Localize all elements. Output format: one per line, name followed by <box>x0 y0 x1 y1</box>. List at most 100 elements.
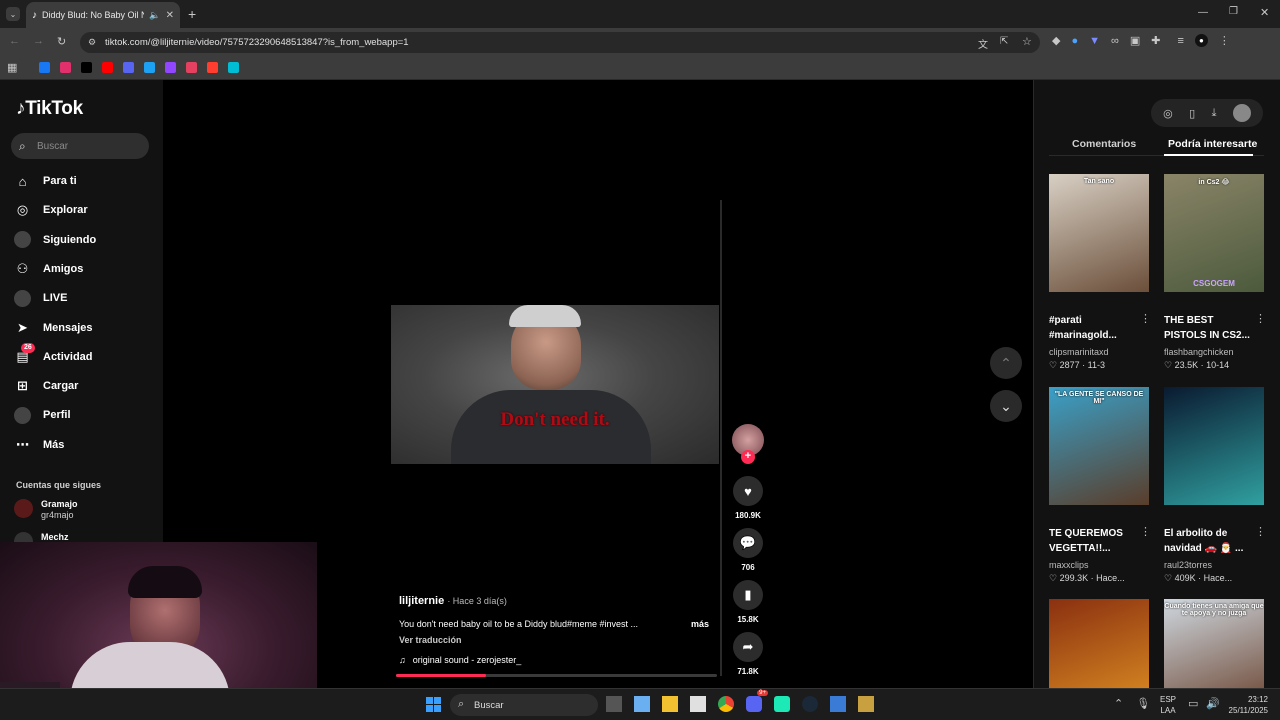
suggested-video-title[interactable]: THE BEST PISTOLS IN CS2... <box>1164 313 1258 343</box>
bookmark-favicon-icon[interactable] <box>102 62 113 73</box>
reload-icon[interactable]: ↻ <box>57 35 66 48</box>
bookmark-favicon-icon[interactable] <box>207 62 218 73</box>
language-indicator[interactable]: ESP LAA <box>1160 694 1176 716</box>
new-tab-button[interactable]: + <box>188 6 196 22</box>
search-input[interactable]: ⌕ Buscar <box>11 133 149 159</box>
more-button[interactable]: más <box>691 619 709 629</box>
minimize-icon[interactable]: — <box>1198 7 1208 18</box>
sidebar-item-perfil[interactable]: ● Perfil <box>14 404 71 426</box>
site-info-icon[interactable]: ⚙ <box>88 37 96 48</box>
suggested-video-author[interactable]: flashbangchicken <box>1164 347 1234 357</box>
address-bar[interactable]: ⚙ tiktok.com/@liljiternie/video/75757232… <box>80 32 1040 53</box>
bookmark-favicon-icon[interactable] <box>186 62 197 73</box>
browser-tab[interactable]: ♪ Diddy Blud: No Baby Oil Ne 🔈 ✕ <box>26 2 180 28</box>
tab-search-icon[interactable]: ⌄ <box>6 7 20 21</box>
sound-line[interactable]: ♫ original sound - zerojester_ <box>399 655 521 665</box>
forward-icon[interactable]: → <box>33 35 44 47</box>
suggested-video-title[interactable]: #parati #marinagold... <box>1049 313 1143 343</box>
suggested-video-thumbnail[interactable] <box>1164 387 1264 505</box>
sidebar-item-amigos[interactable]: ⚇ Amigos <box>14 258 84 280</box>
taskbar-search[interactable]: ⌕ Buscar <box>450 694 598 716</box>
tiktok-logo[interactable]: ♪TikTok <box>16 98 83 120</box>
card-more-icon[interactable]: ⋮ <box>1255 525 1266 538</box>
reading-list-icon[interactable]: ≡ <box>1177 34 1183 47</box>
install-app-icon[interactable]: ⇱ <box>1000 36 1008 47</box>
tray-overflow-icon[interactable]: ⌃ <box>1114 697 1123 710</box>
card-more-icon[interactable]: ⋮ <box>1140 525 1151 538</box>
profile-avatar-icon[interactable]: ● <box>1194 34 1208 47</box>
back-icon[interactable]: ← <box>9 35 20 47</box>
video-player[interactable]: Don't need it. <box>391 305 719 464</box>
tab-suggestions[interactable]: Podría interesarte <box>1168 138 1257 150</box>
sidebar-item-actividad[interactable]: ▤ 26 Actividad <box>14 343 93 368</box>
share-button[interactable]: ➦ <box>733 632 763 662</box>
bookmark-favicon-icon[interactable] <box>123 62 134 73</box>
bookmark-favicon-icon[interactable] <box>144 62 155 73</box>
discord-icon[interactable]: 9+ <box>746 690 768 712</box>
suggested-video-title[interactable]: El arbolito de navidad 🚗 🎅 ... <box>1164 526 1258 556</box>
sidebar-item-para-ti[interactable]: ⌂ Para ti <box>14 170 77 192</box>
coins-icon[interactable]: ◎ <box>1163 107 1173 120</box>
apps-grid-icon[interactable]: ▦ <box>7 61 17 74</box>
chrome-icon[interactable] <box>718 696 734 712</box>
extension-box-icon[interactable]: ▣ <box>1130 34 1140 47</box>
close-icon[interactable]: ✕ <box>1260 6 1269 19</box>
sidebar-item-explorar[interactable]: ◎ Explorar <box>14 199 88 221</box>
store-icon[interactable] <box>634 696 650 712</box>
extension-diamond-icon[interactable]: ◆ <box>1052 34 1060 47</box>
sidebar-item-siguiendo[interactable]: ● Siguiendo <box>14 229 96 251</box>
bookmark-favicon-icon[interactable] <box>60 62 71 73</box>
suggested-video-author[interactable]: raul23torres <box>1164 560 1212 570</box>
suggested-video-thumbnail[interactable]: Tan sano <box>1049 174 1149 292</box>
extension-glasses-icon[interactable]: ∞ <box>1111 34 1119 47</box>
follow-plus-icon[interactable]: + <box>741 450 755 464</box>
sidebar-item-mensajes[interactable]: ➤ Mensajes <box>14 317 92 339</box>
suggested-video-title[interactable]: TE QUEREMOS VEGETTA!!... <box>1049 526 1143 556</box>
card-more-icon[interactable]: ⋮ <box>1255 312 1266 325</box>
tab-close-icon[interactable]: ✕ <box>166 10 174 21</box>
translate-icon[interactable]: 文 <box>978 36 988 51</box>
card-more-icon[interactable]: ⋮ <box>1140 312 1151 325</box>
clock[interactable]: 23:12 25/11/2025 <box>1226 694 1268 716</box>
device-icon[interactable]: ▯ <box>1189 107 1195 120</box>
sidebar-item-live[interactable]: ● LIVE <box>14 287 67 309</box>
extension-vpn-icon[interactable]: ▼ <box>1089 34 1100 47</box>
author-link[interactable]: liljiternie <box>399 595 444 607</box>
suggested-video-author[interactable]: clipsmarinitaxd <box>1049 347 1109 357</box>
start-button[interactable] <box>426 697 441 712</box>
like-button[interactable]: ♥ <box>733 476 763 506</box>
restore-icon[interactable]: ❐ <box>1229 6 1238 17</box>
steam-icon[interactable] <box>802 696 818 712</box>
extensions-puzzle-icon[interactable]: ✚ <box>1151 34 1160 47</box>
suggested-video-author[interactable]: maxxclips <box>1049 560 1089 570</box>
bookmark-favicon-icon[interactable] <box>228 62 239 73</box>
account-item-gramajo[interactable]: Gramajo gr4majo <box>14 499 78 521</box>
translate-link[interactable]: Ver traducción <box>399 635 462 645</box>
bookmark-favicon-icon[interactable] <box>39 62 50 73</box>
comment-button[interactable]: 💬 <box>733 528 763 558</box>
user-avatar[interactable] <box>1232 104 1251 122</box>
speaker-icon[interactable]: 🔈 <box>149 10 160 21</box>
game-app-icon[interactable] <box>774 696 790 712</box>
bookmark-favicon-icon[interactable] <box>81 62 92 73</box>
bookmark-favicon-icon[interactable] <box>165 62 176 73</box>
suggested-video-thumbnail[interactable] <box>1049 599 1149 688</box>
download-icon[interactable]: ⤓ <box>1212 107 1217 120</box>
extension-shield-icon[interactable]: ● <box>1071 34 1078 47</box>
suggested-video-thumbnail[interactable]: in Cs2 😂 CSGOGEM <box>1164 174 1264 292</box>
progress-track[interactable] <box>396 674 717 677</box>
photos-icon[interactable] <box>830 696 846 712</box>
notepad-icon[interactable] <box>690 696 706 712</box>
sidebar-item-cargar[interactable]: ⊞ Cargar <box>14 375 78 397</box>
chrome-menu-icon[interactable]: ⋮ <box>1219 34 1230 47</box>
suggested-video-thumbnail[interactable]: Cuando tienes una amiga que te apoya y n… <box>1164 599 1264 688</box>
tab-comments[interactable]: Comentarios <box>1072 138 1136 150</box>
suggested-video-thumbnail[interactable]: "LA GENTE SE CANSO DE MI" <box>1049 387 1149 505</box>
previous-video-button[interactable]: ⌃ <box>990 347 1022 379</box>
save-button[interactable]: ▮ <box>733 580 763 610</box>
game-launcher-icon[interactable] <box>858 696 874 712</box>
microphone-icon[interactable]: 🎙 <box>1136 697 1150 710</box>
task-view-icon[interactable] <box>606 696 622 712</box>
file-explorer-icon[interactable] <box>662 696 678 712</box>
next-video-button[interactable]: ⌄ <box>990 390 1022 422</box>
